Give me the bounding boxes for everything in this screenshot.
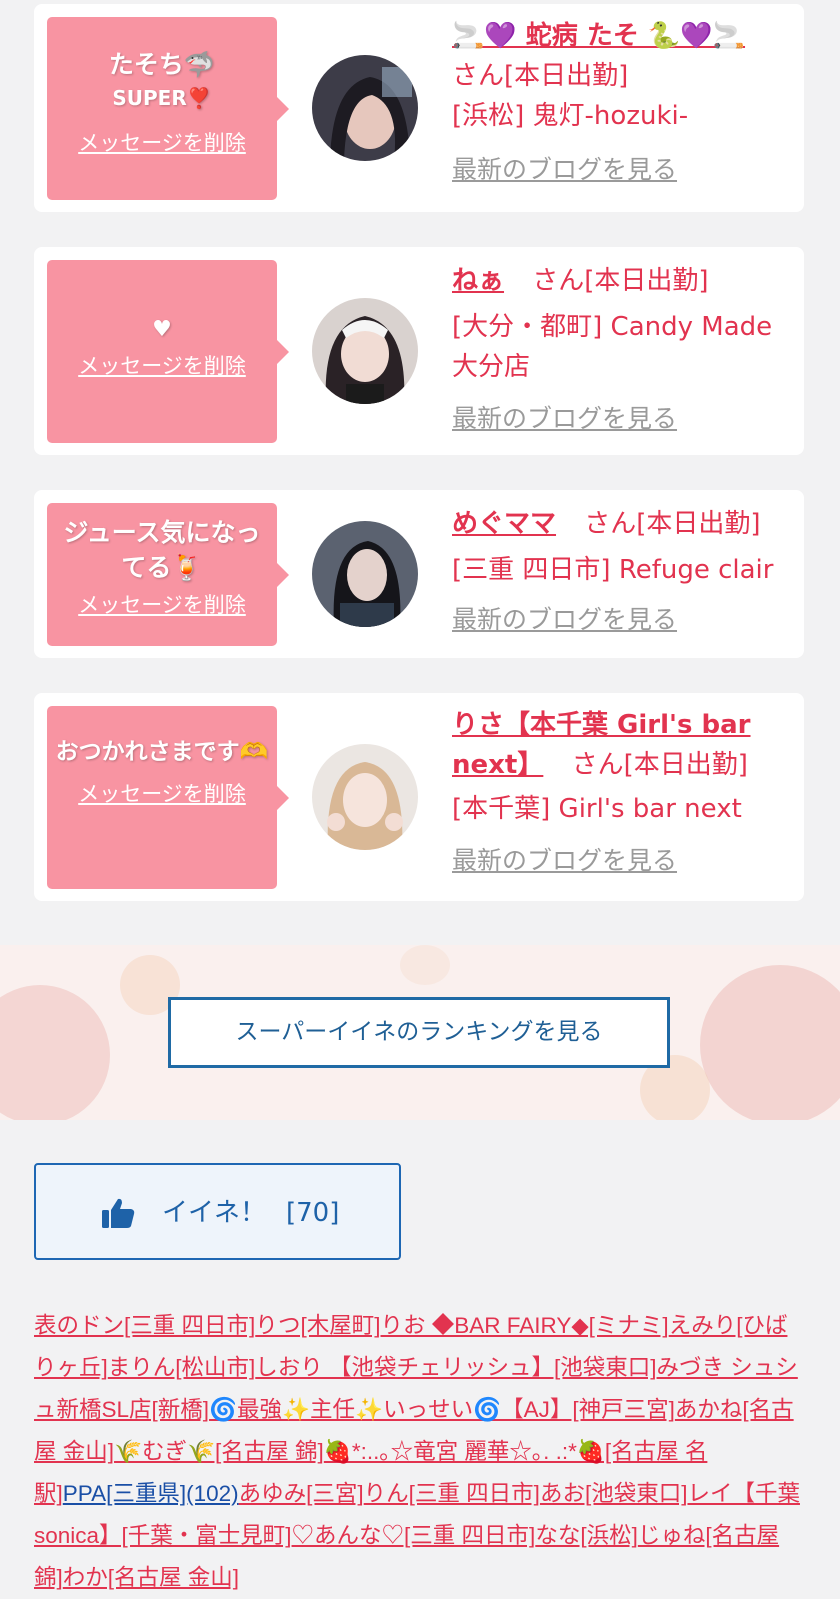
- message-bubble: たそち🦈 SUPER❣️ メッセージを削除: [47, 17, 289, 200]
- avatar[interactable]: [312, 744, 418, 850]
- cast-info: ねぁ さん[本日出勤] [大分・都町] Candy Made 大分店 最新のブロ…: [452, 261, 788, 439]
- delete-message-link[interactable]: メッセージを削除: [78, 778, 246, 808]
- banner-decoration: [400, 945, 450, 985]
- banner-decoration: [700, 965, 840, 1120]
- shop-name: [本千葉] Girl's bar next: [452, 794, 742, 824]
- delete-message-link[interactable]: メッセージを削除: [78, 127, 246, 157]
- latest-blog-link[interactable]: 最新のブログを見る: [452, 399, 677, 439]
- message-text: SUPER❣️: [112, 86, 212, 110]
- cast-link[interactable]: なな[浜松]: [535, 1523, 638, 1548]
- cast-link[interactable]: まりん[松山市]: [108, 1355, 256, 1380]
- cast-name-link[interactable]: 🚬💜 蛇病 たそ 🐍💜🚬: [452, 21, 745, 51]
- cast-link[interactable]: 🌾むぎ🌾[名古屋 錦]: [114, 1439, 324, 1464]
- like-button[interactable]: イイネ！ [70]: [34, 1163, 401, 1260]
- cast-link[interactable]: しおり 【池袋チェリッシュ】[池袋東口]: [255, 1355, 656, 1380]
- avatar[interactable]: [312, 521, 418, 627]
- cast-link[interactable]: りお ◆BAR FAIRY◆[ミナミ]: [381, 1313, 669, 1338]
- message-card: ジュース気になってる🍹 メッセージを削除 めぐママ さん[本日出勤] [三重 四…: [34, 490, 804, 658]
- cast-link[interactable]: わか[名古屋 金山]: [63, 1565, 239, 1590]
- cast-status: さん[本日出勤]: [532, 266, 709, 296]
- avatar[interactable]: [312, 55, 418, 161]
- latest-blog-link[interactable]: 最新のブログを見る: [452, 841, 677, 881]
- cast-status: さん[本日出勤]: [452, 61, 629, 91]
- like-count: [70]: [286, 1198, 340, 1228]
- cast-link[interactable]: りん[三重 四日市]: [364, 1481, 540, 1506]
- shop-name: [三重 四日市] Refuge clair: [452, 555, 774, 585]
- cast-info: めぐママ さん[本日出勤] [三重 四日市] Refuge clair 最新のブ…: [452, 504, 788, 640]
- message-text: たそち🦈: [108, 50, 216, 79]
- thumbs-up-icon: [100, 1195, 136, 1238]
- cast-link[interactable]: ♡あんな♡[三重 四日市]: [292, 1523, 536, 1548]
- cast-link[interactable]: 表のドン[三重 四日市]: [34, 1313, 255, 1338]
- cast-link[interactable]: PPA[三重県](102): [63, 1481, 239, 1506]
- message-text: ジュース気になってる🍹: [63, 518, 261, 582]
- cast-info: 🚬💜 蛇病 たそ 🐍💜🚬 さん[本日出勤] [浜松] 鬼灯-hozuki- 最新…: [452, 16, 788, 190]
- delete-message-link[interactable]: メッセージを削除: [78, 589, 246, 619]
- cast-link-list: 表のドン[三重 四日市]りつ[木屋町]りお ◆BAR FAIRY◆[ミナミ]えみ…: [34, 1305, 804, 1599]
- cast-link[interactable]: あゆみ[三宮]: [239, 1481, 364, 1506]
- message-text: おつかれさまです🫶: [55, 739, 269, 765]
- avatar[interactable]: [312, 298, 418, 404]
- cast-link[interactable]: 🌀最強✨主任✨いっせい🌀【AJ】[神戸三宮]: [209, 1397, 675, 1422]
- banner-decoration: [0, 985, 110, 1120]
- cast-name-link[interactable]: めぐママ: [452, 509, 556, 539]
- message-card: ♥ メッセージを削除 ねぁ さん[本日出勤] [大分・都町] Candy Mad…: [34, 247, 804, 455]
- cast-name-link[interactable]: ねぁ: [452, 266, 504, 296]
- message-card: おつかれさまです🫶 メッセージを削除 りさ【本千葉 Girl's bar nex…: [34, 693, 804, 901]
- message-bubble: ♥ メッセージを削除: [47, 260, 289, 443]
- cast-status: さん[本日出勤]: [584, 509, 761, 539]
- delete-message-link[interactable]: メッセージを削除: [78, 350, 246, 380]
- like-label: イイネ！: [162, 1198, 267, 1228]
- shop-name: [浜松] 鬼灯-hozuki-: [452, 101, 689, 131]
- latest-blog-link[interactable]: 最新のブログを見る: [452, 150, 677, 190]
- cast-info: りさ【本千葉 Girl's bar next】 さん[本日出勤] [本千葉] G…: [452, 705, 788, 881]
- message-text: ♥: [152, 317, 172, 342]
- cast-status: さん[本日出勤]: [571, 750, 748, 780]
- cast-link[interactable]: あお[池袋東口]: [540, 1481, 688, 1506]
- super-like-ranking-button[interactable]: スーパーイイネのランキングを見る: [168, 997, 670, 1068]
- latest-blog-link[interactable]: 最新のブログを見る: [452, 600, 677, 640]
- shop-name: [大分・都町] Candy Made 大分店: [452, 312, 773, 382]
- message-card: たそち🦈 SUPER❣️ メッセージを削除 🚬💜 蛇病 たそ 🐍💜🚬 さん[本日…: [34, 4, 804, 212]
- cast-link[interactable]: りつ[木屋町]: [255, 1313, 380, 1338]
- message-bubble: ジュース気になってる🍹 メッセージを削除: [47, 503, 289, 646]
- message-bubble: おつかれさまです🫶 メッセージを削除: [47, 706, 289, 889]
